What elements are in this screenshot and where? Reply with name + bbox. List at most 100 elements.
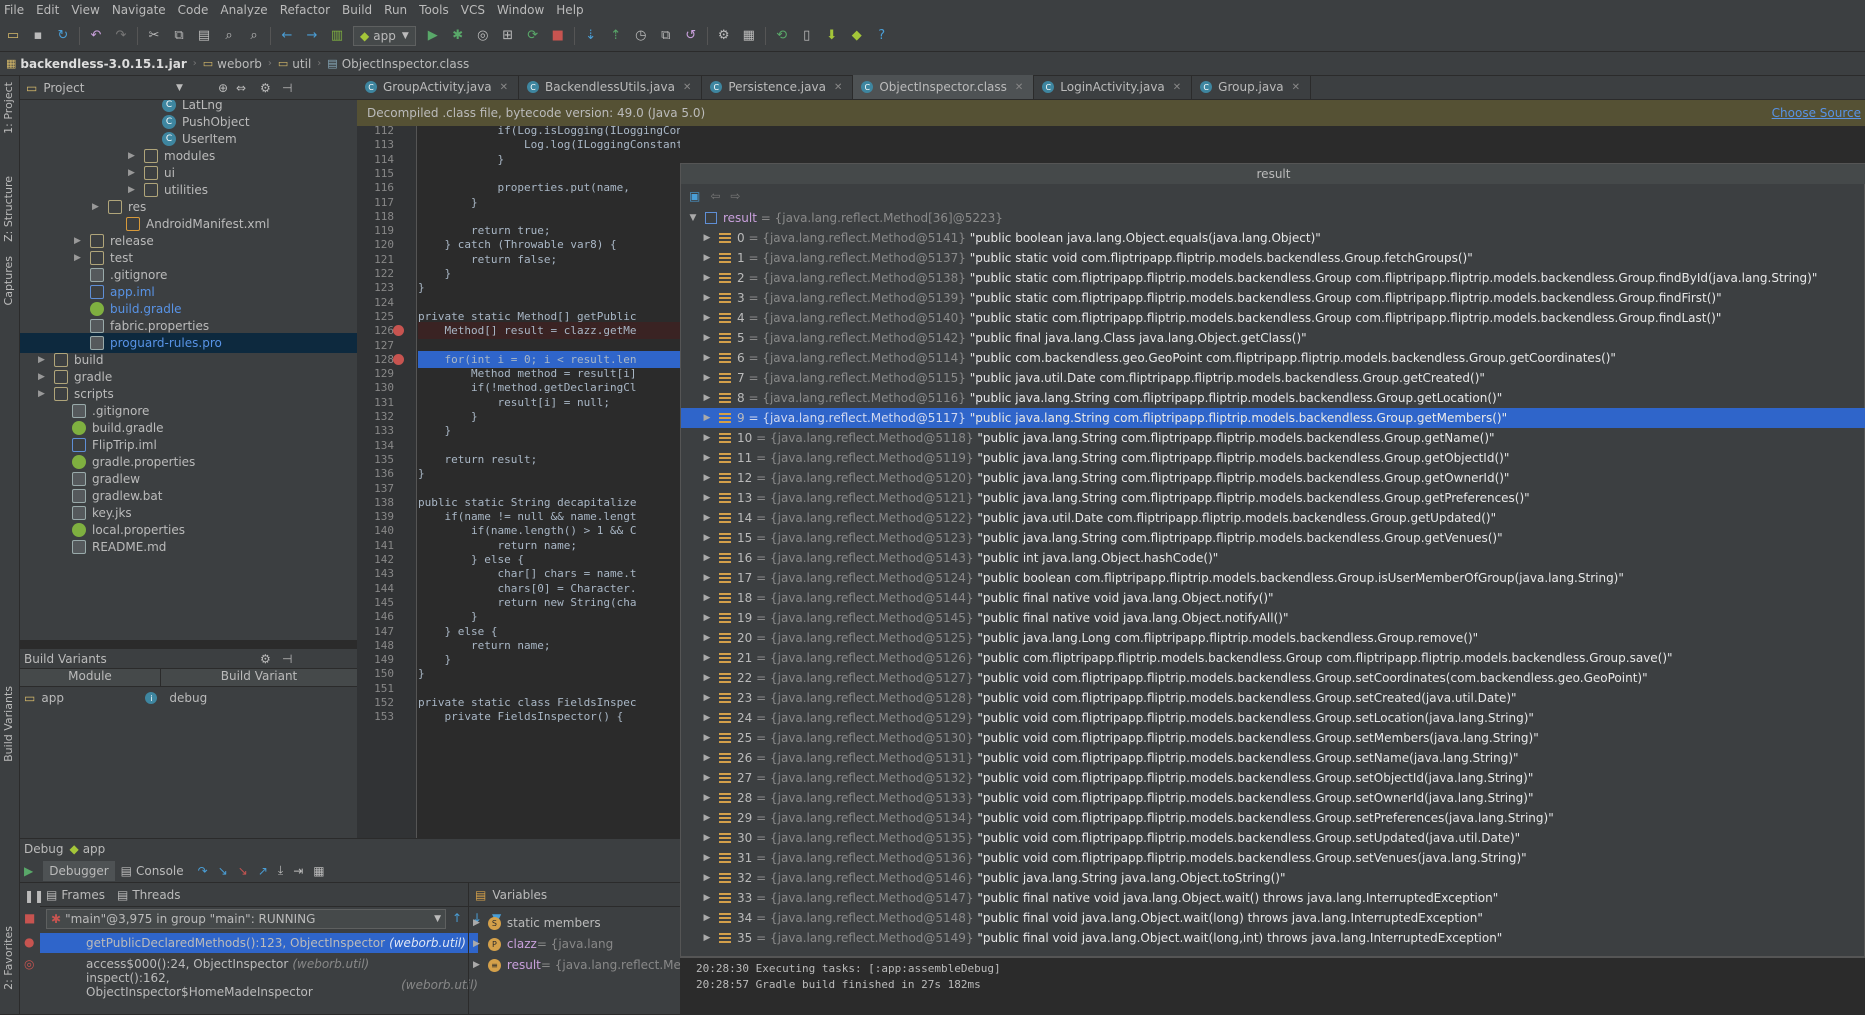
tree-root-result[interactable]: ▼ result = {java.lang.reflect.Method[36]…	[681, 208, 1865, 228]
tool-window-favorites[interactable]: 2: Favorites	[2, 926, 15, 990]
result-item[interactable]: ▶ 20 = {java.lang.reflect.Method@5125} "p…	[681, 628, 1865, 648]
run-icon[interactable]: ▶	[424, 27, 442, 45]
chevron-right-icon[interactable]: ▶	[701, 593, 713, 603]
result-item[interactable]: ▶ 3 = {java.lang.reflect.Method@5139} "pu…	[681, 288, 1865, 308]
chevron-right-icon[interactable]: ▶	[701, 893, 713, 903]
result-item[interactable]: ▶ 0 = {java.lang.reflect.Method@5141} "pu…	[681, 228, 1865, 248]
run-configuration-select[interactable]: ◆ app ▼	[353, 25, 416, 46]
close-icon[interactable]: ✕	[1173, 82, 1181, 93]
save-icon[interactable]: ▪	[29, 27, 47, 45]
resume-icon[interactable]: ▶	[24, 864, 33, 878]
tool-window-project[interactable]: 1: Project	[2, 82, 15, 134]
tab-debugger[interactable]: Debugger	[43, 860, 115, 881]
chevron-right-icon[interactable]: ▶	[128, 151, 140, 161]
variable-row[interactable]: ▶ Pclazz = {java.lang	[469, 934, 613, 954]
result-item[interactable]: ▶ 15 = {java.lang.reflect.Method@5123} "p…	[681, 528, 1865, 548]
forward-icon[interactable]: ⇨	[730, 189, 740, 203]
result-item[interactable]: ▶ 28 = {java.lang.reflect.Method@5133} "p…	[681, 788, 1865, 808]
menu-file[interactable]: File	[4, 3, 24, 17]
editor-tab[interactable]: C Group.java ✕	[1192, 75, 1312, 99]
menu-vcs[interactable]: VCS	[461, 3, 485, 17]
chevron-right-icon[interactable]: ▶	[473, 939, 480, 949]
chevron-right-icon[interactable]: ▶	[701, 373, 713, 383]
tool-window-captures[interactable]: Captures	[2, 256, 15, 305]
result-item[interactable]: ▶ 30 = {java.lang.reflect.Method@5135} "p…	[681, 828, 1865, 848]
breadcrumb-class[interactable]: ▤ ObjectInspector.class	[327, 57, 469, 71]
chevron-right-icon[interactable]: ▶	[473, 918, 480, 928]
close-icon[interactable]: ✕	[1015, 82, 1023, 93]
chevron-right-icon[interactable]: ▶	[74, 253, 86, 263]
tab-frames[interactable]: Frames	[61, 888, 105, 902]
chevron-right-icon[interactable]: ▶	[701, 493, 713, 503]
chevron-right-icon[interactable]: ▶	[701, 673, 713, 683]
chevron-down-icon[interactable]: ▼	[687, 213, 699, 223]
coverage-icon[interactable]: ◎	[474, 27, 492, 45]
step-over-icon[interactable]: ↷	[198, 864, 208, 878]
stop-icon[interactable]: ■	[24, 911, 35, 925]
menu-help[interactable]: Help	[556, 3, 583, 17]
column-build-variant[interactable]: Build Variant	[160, 669, 357, 686]
result-item[interactable]: ▶ 18 = {java.lang.reflect.Method@5144} "p…	[681, 588, 1865, 608]
evaluate-icon[interactable]: ▦	[313, 864, 324, 878]
vcs-update-icon[interactable]: ⇣	[582, 27, 600, 45]
close-icon[interactable]: ✕	[1292, 82, 1300, 93]
chevron-right-icon[interactable]: ▶	[701, 933, 713, 943]
help-icon[interactable]: ?	[873, 27, 891, 45]
forward-icon[interactable]: →	[303, 27, 321, 45]
chevron-right-icon[interactable]: ▶	[701, 393, 713, 403]
chevron-right-icon[interactable]: ▶	[701, 753, 713, 763]
chevron-right-icon[interactable]: ▶	[701, 273, 713, 283]
menu-view[interactable]: View	[71, 3, 99, 17]
result-item[interactable]: ▶ 13 = {java.lang.reflect.Method@5121} "p…	[681, 488, 1865, 508]
step-into-icon[interactable]: ↘	[218, 864, 228, 878]
gear-icon[interactable]: ⚙	[260, 652, 271, 666]
watch-icon[interactable]: ▣	[689, 189, 700, 203]
step-out-icon[interactable]: ↗	[258, 864, 268, 878]
arrow-up-icon[interactable]: ↑	[452, 911, 462, 925]
attach-icon[interactable]: ⊞	[499, 27, 517, 45]
result-item[interactable]: ▶ 8 = {java.lang.reflect.Method@5116} "pu…	[681, 388, 1865, 408]
replace-icon[interactable]: ⌕	[245, 27, 263, 45]
hide-panel-icon[interactable]: ⊣	[282, 652, 292, 666]
undo-icon[interactable]: ↶	[87, 27, 105, 45]
result-item[interactable]: ▶ 5 = {java.lang.reflect.Method@5142} "pu…	[681, 328, 1865, 348]
back-icon[interactable]: ⇦	[710, 189, 720, 203]
chevron-right-icon[interactable]: ▶	[701, 473, 713, 483]
rerun-icon[interactable]: ⟳	[524, 27, 542, 45]
result-item[interactable]: ▶ 24 = {java.lang.reflect.Method@5129} "p…	[681, 708, 1865, 728]
find-icon[interactable]: ⌕	[220, 27, 238, 45]
vcs-commit-icon[interactable]: ⇡	[607, 27, 625, 45]
open-folder-icon[interactable]: ▭	[4, 27, 22, 45]
menu-run[interactable]: Run	[384, 3, 407, 17]
result-item[interactable]: ▶ 11 = {java.lang.reflect.Method@5119} "p…	[681, 448, 1865, 468]
structure-icon[interactable]: ▦	[740, 27, 758, 45]
stack-frame[interactable]: inspect():162, ObjectInspector$HomeMadeI…	[40, 971, 478, 999]
code-editor[interactable]: if(Log.isLogging(ILoggingConstants.DEBUG…	[418, 126, 680, 838]
chevron-right-icon[interactable]: ▶	[701, 613, 713, 623]
build-variant-value[interactable]: debug	[169, 691, 207, 705]
result-item[interactable]: ▶ 4 = {java.lang.reflect.Method@5140} "pu…	[681, 308, 1865, 328]
menu-refactor[interactable]: Refactor	[280, 3, 330, 17]
tool-window-build-variants[interactable]: Build Variants	[2, 686, 15, 762]
chevron-right-icon[interactable]: ▶	[701, 653, 713, 663]
result-item[interactable]: ▶ 33 = {java.lang.reflect.Method@5147} "p…	[681, 888, 1865, 908]
redo-icon[interactable]: ↷	[112, 27, 130, 45]
menu-build[interactable]: Build	[342, 3, 372, 17]
tree-item[interactable]: README.md	[20, 537, 357, 557]
stop-icon[interactable]: ■	[549, 27, 567, 45]
make-icon[interactable]: ▥	[328, 27, 346, 45]
chevron-right-icon[interactable]: ▶	[701, 413, 713, 423]
android-device-icon[interactable]: ◆	[848, 27, 866, 45]
chevron-right-icon[interactable]: ▶	[701, 853, 713, 863]
chevron-right-icon[interactable]: ▶	[701, 693, 713, 703]
drop-frame-icon[interactable]: ⤓	[278, 863, 283, 878]
result-item[interactable]: ▶ 19 = {java.lang.reflect.Method@5145} "p…	[681, 608, 1865, 628]
close-icon[interactable]: ✕	[834, 82, 842, 93]
chevron-right-icon[interactable]: ▶	[701, 793, 713, 803]
menu-tools[interactable]: Tools	[419, 3, 449, 17]
project-view-select[interactable]: Project	[43, 81, 84, 95]
chevron-right-icon[interactable]: ▶	[128, 168, 140, 178]
menu-navigate[interactable]: Navigate	[112, 3, 166, 17]
variable-row[interactable]: ▶ Sstatic members	[469, 913, 601, 933]
chevron-right-icon[interactable]: ▶	[701, 313, 713, 323]
